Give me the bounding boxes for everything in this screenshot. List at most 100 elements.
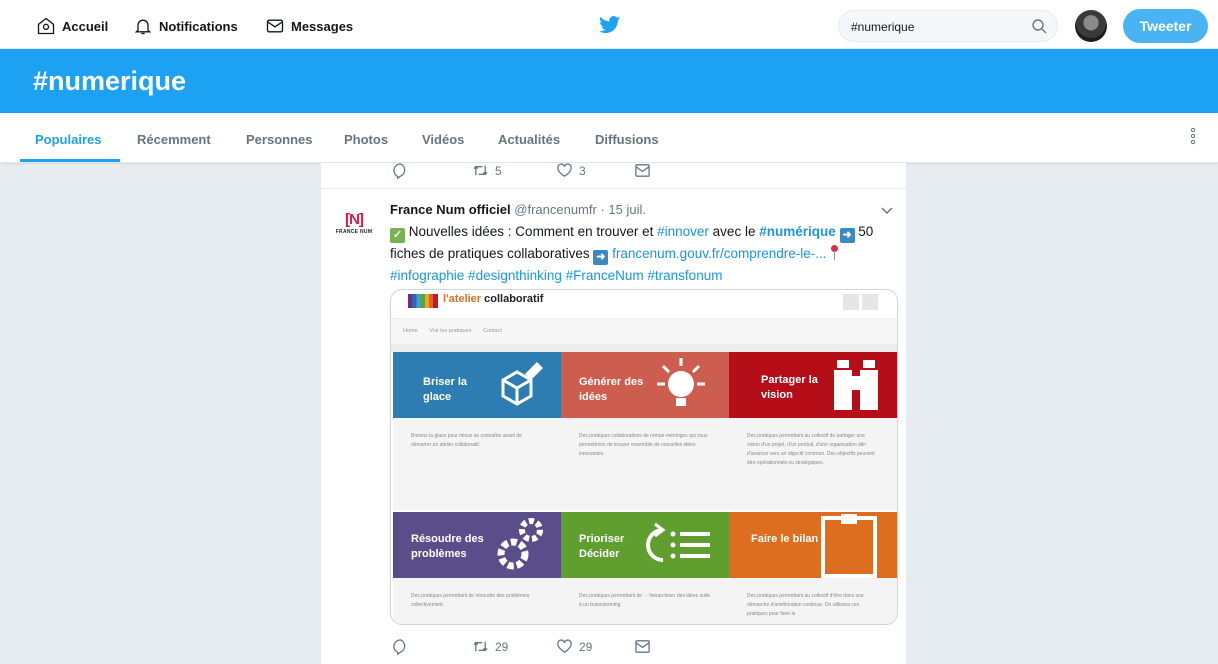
tile-label: Résoudre des problèmes <box>411 533 484 560</box>
reply-button[interactable] <box>392 162 409 179</box>
tile-resoudre-des-problemes: Résoudre des problèmes <box>393 512 561 578</box>
tile-briser-la-glace: Briser la glace <box>393 352 561 418</box>
color-stripes-logo <box>408 294 438 308</box>
tile-prioriser-decider: Prioriser Décider <box>561 512 729 578</box>
envelope-icon <box>635 640 650 653</box>
card-nav-pratiques: Voir les pratiques <box>429 328 472 334</box>
logo-text: FRANCE NUM <box>335 229 373 235</box>
tweet-button[interactable]: Tweeter <box>1123 9 1208 43</box>
url-link[interactable]: francenum.gouv.fr/comprendre-le-... <box>612 246 826 261</box>
envelope-icon <box>266 19 284 33</box>
search-input[interactable]: #numerique <box>838 10 1058 42</box>
retweet-count: 5 <box>495 163 502 178</box>
tile-description: Des pratiques permettant au collectif de… <box>729 418 897 510</box>
author-handle[interactable]: @francenumfr <box>514 202 597 217</box>
arrow-right-icon: ➜ <box>839 228 855 243</box>
like-button[interactable]: 29 <box>556 638 592 655</box>
tile-label: Générer des idées <box>579 376 644 403</box>
like-count: 29 <box>579 639 593 654</box>
binoculars-icon <box>834 360 878 410</box>
search-value: #numerique <box>851 20 915 34</box>
france-num-logo[interactable]: [N] FRANCE NUM <box>334 211 374 235</box>
hashtags-line[interactable]: #infographie #designthinking #FranceNum … <box>390 268 722 283</box>
cube-hammer-icon <box>501 362 543 406</box>
tweet-date[interactable]: 15 juil. <box>608 202 646 217</box>
heart-icon <box>557 639 572 653</box>
tile-generer-des-idees: Générer des idées <box>561 352 729 418</box>
card-title-orange: l'atelier <box>443 293 482 305</box>
tweet-divider <box>321 188 906 189</box>
card-nav-home: Home <box>403 328 418 334</box>
tab-diffusions[interactable]: Diffusions <box>595 132 659 147</box>
card-title: l'atelier collaboratif <box>443 293 543 305</box>
tweet-text-part: avec le <box>708 224 760 239</box>
tile-description: Des pratiques permettant de : - hiérarch… <box>561 578 729 624</box>
nav-messages-label: Messages <box>291 18 354 34</box>
card-nav: Home Voir les pratiques Contact <box>391 318 897 344</box>
chevron-down-icon[interactable] <box>880 206 894 216</box>
more-options-icon[interactable] <box>1190 127 1196 145</box>
tile-label: Briser la glace <box>423 376 468 403</box>
tweet-header: France Num officiel @francenumfr · 15 ju… <box>390 202 646 217</box>
page-title: #numerique <box>33 66 187 96</box>
like-button[interactable]: 3 <box>556 162 586 179</box>
tab-personnes[interactable]: Personnes <box>246 132 312 147</box>
tile-description: Des pratiques collaboratives de remue-mé… <box>561 418 729 510</box>
tweet-text-part: Nouvelles idées : Comment en trouver et <box>405 224 658 239</box>
twitter-bird-icon[interactable] <box>599 15 621 35</box>
dm-button[interactable] <box>634 162 651 179</box>
gears-icon <box>497 518 543 570</box>
tile-description: Brisons la glace pour mieux se connaître… <box>393 418 561 510</box>
retweet-icon <box>473 641 488 652</box>
tile-description: Des pratiques permettant au collectif d'… <box>729 578 897 624</box>
like-count: 3 <box>579 163 586 178</box>
search-tabs: Populaires Récemment Personnes Photos Vi… <box>0 113 1218 163</box>
tab-photos[interactable]: Photos <box>344 132 388 147</box>
avatar[interactable] <box>1075 10 1107 42</box>
tab-videos[interactable]: Vidéos <box>422 132 464 147</box>
envelope-icon <box>635 164 650 177</box>
home-icon <box>37 17 55 35</box>
tile-label: Faire le bilan <box>751 533 819 545</box>
card-spacer <box>391 344 897 352</box>
card-nav-contact: Contact <box>482 328 502 334</box>
list-icon <box>646 522 710 562</box>
retweet-icon <box>473 165 488 176</box>
reply-icon <box>393 163 406 179</box>
tweet-text: ✓ Nouvelles idées : Comment en trouver e… <box>390 221 902 286</box>
card-title-black: collaboratif <box>481 293 544 305</box>
top-navigation: Accueil Notifications Messages #numeriqu… <box>0 0 1218 49</box>
tile-partager-la-vision: Partager la vision <box>729 352 897 418</box>
tile-description: Des pratiques permettant de résoudre des… <box>393 578 561 624</box>
retweet-button[interactable]: 5 <box>472 162 502 179</box>
nav-home[interactable]: Accueil <box>36 16 108 36</box>
arrow-right-icon: ➜ <box>593 250 609 265</box>
tile-faire-le-bilan: Faire le bilan <box>729 512 897 578</box>
tweet-image[interactable]: l'atelier collaboratif Home Voir les pra… <box>390 289 898 625</box>
tile-label: Partager la vision <box>761 374 818 401</box>
nav-messages[interactable]: Messages <box>265 16 353 36</box>
tab-populaires[interactable]: Populaires <box>35 132 101 147</box>
tab-actualites[interactable]: Actualités <box>498 132 560 147</box>
card-header-icons <box>843 294 881 310</box>
hashtag-link[interactable]: #numérique <box>759 224 836 239</box>
reply-button[interactable] <box>392 638 409 655</box>
nav-notifications[interactable]: Notifications <box>133 16 238 36</box>
active-tab-indicator <box>20 159 120 162</box>
pin-icon <box>830 245 839 260</box>
tab-recemment[interactable]: Récemment <box>137 132 211 147</box>
hashtag-link[interactable]: #innover <box>657 224 709 239</box>
tile-label: Prioriser Décider <box>579 533 625 560</box>
hashtag-banner: #numerique <box>0 49 1218 113</box>
heart-icon <box>557 163 572 177</box>
search-icon[interactable] <box>1031 18 1047 34</box>
nav-home-label: Accueil <box>62 18 109 34</box>
card-header: l'atelier collaboratif <box>391 290 897 318</box>
author-name[interactable]: France Num officiel <box>390 202 511 217</box>
meta-separator: · <box>596 202 609 217</box>
retweet-button[interactable]: 29 <box>472 638 508 655</box>
check-mark-icon: ✓ <box>390 228 405 243</box>
nav-notifications-label: Notifications <box>159 18 238 34</box>
clipboard-icon <box>821 514 877 578</box>
dm-button[interactable] <box>634 638 651 655</box>
